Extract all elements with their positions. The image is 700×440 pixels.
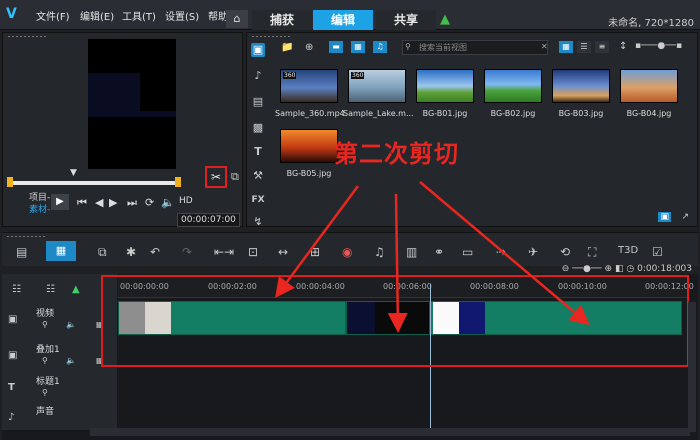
horizontal-scrollbar[interactable] bbox=[90, 428, 690, 436]
arrow-3 bbox=[419, 181, 590, 326]
arrow-2 bbox=[387, 193, 408, 333]
annotation-arrows bbox=[275, 181, 590, 333]
arrow-1 bbox=[275, 185, 360, 299]
vertical-scrollbar[interactable] bbox=[688, 302, 696, 432]
